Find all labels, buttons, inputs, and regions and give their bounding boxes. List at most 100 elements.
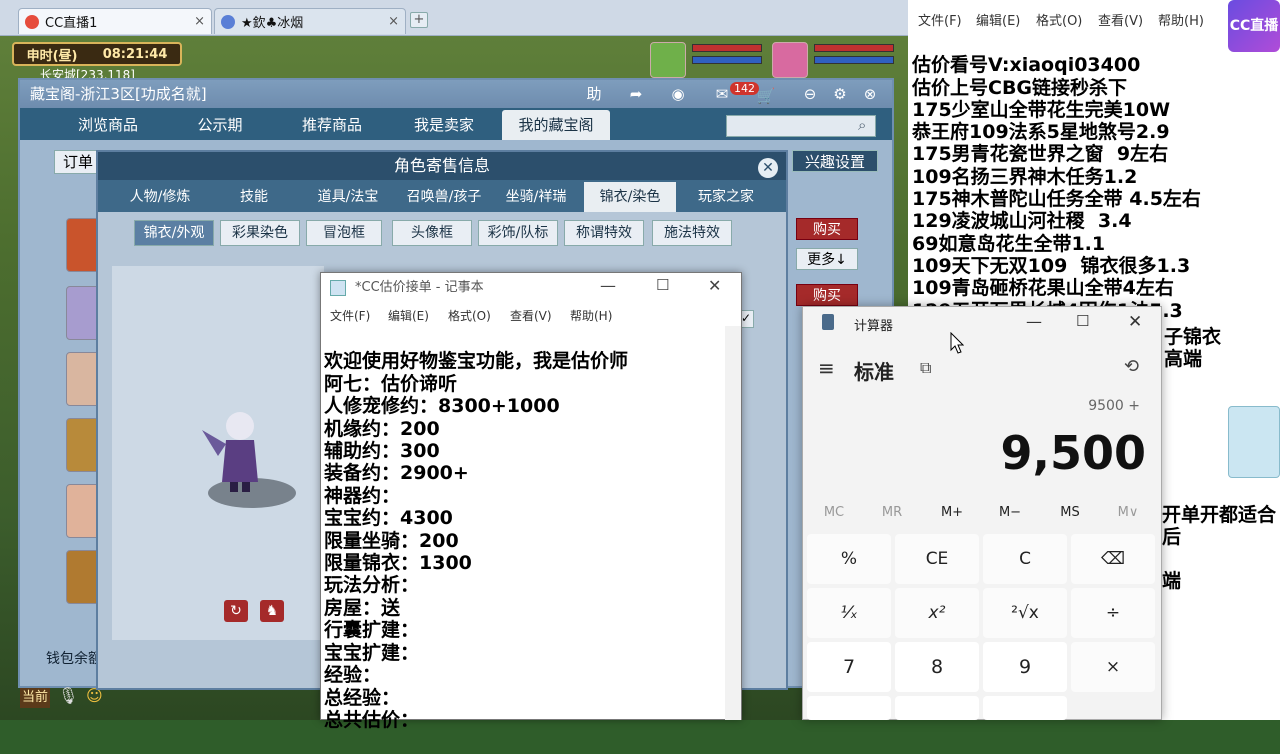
digit-button-partial[interactable] — [895, 696, 979, 720]
close-icon[interactable]: × — [194, 14, 205, 29]
chip-costume-appearance[interactable]: 锦衣/外观 — [134, 220, 214, 246]
cart-icon[interactable]: 🛒 — [752, 84, 780, 108]
menu-edit[interactable]: 编辑(E) — [388, 307, 429, 324]
chat-widget[interactable] — [1228, 406, 1280, 478]
tab-seller[interactable]: 我是卖家 — [394, 110, 494, 140]
close-icon[interactable]: × — [388, 14, 399, 29]
maximize-icon[interactable]: ☐ — [1076, 312, 1089, 330]
hamburger-menu-icon[interactable]: ≡ — [818, 356, 835, 380]
clock-label: 申时(昼) — [26, 48, 78, 64]
digit-button-partial[interactable] — [807, 696, 891, 720]
current-channel-label[interactable]: 当前 — [20, 688, 50, 708]
close-icon[interactable]: ✕ — [758, 158, 778, 178]
role-sale-title: 角色寄售信息 — [98, 152, 786, 180]
memory-subtract-button[interactable]: M− — [980, 505, 1040, 520]
maximize-icon[interactable]: ☐ — [656, 276, 669, 294]
percent-button[interactable]: % — [807, 534, 891, 584]
menu-help[interactable]: 帮助(H) — [570, 307, 612, 324]
memory-add-button[interactable]: M+ — [922, 505, 982, 520]
browser-tab-title: CC直播1 — [45, 16, 98, 31]
menu-file[interactable]: 文件(F) — [918, 10, 962, 29]
clear-entry-button[interactable]: CE — [895, 534, 979, 584]
square-button[interactable]: x² — [895, 588, 979, 638]
notepad-scrollbar[interactable] — [725, 326, 741, 720]
interest-settings-button[interactable]: 兴趣设置 — [792, 150, 878, 172]
tab-costume[interactable]: 锦衣/染色 — [584, 182, 676, 212]
menu-view[interactable]: 查看(V) — [510, 307, 552, 324]
menu-view[interactable]: 查看(V) — [1098, 10, 1143, 29]
pet-mp-bar — [692, 56, 762, 64]
new-tab-button[interactable]: + — [410, 12, 428, 28]
character-avatar[interactable] — [66, 218, 100, 272]
chip-avatar-frame[interactable]: 头像框 — [392, 220, 472, 246]
menu-help[interactable]: 帮助(H) — [1158, 10, 1204, 29]
more-button[interactable]: 更多↓ — [796, 248, 858, 270]
tab-public-notice[interactable]: 公示期 — [170, 110, 270, 140]
menu-edit[interactable]: 编辑(E) — [976, 10, 1020, 29]
menu-file[interactable]: 文件(F) — [330, 307, 370, 324]
pet-hp-bar — [692, 44, 762, 52]
close-icon[interactable]: ✕ — [708, 276, 721, 295]
right-notepad-text-area[interactable]: 估价看号V:xiaoqi03400 估价上号CBG链接秒杀下 175少室山全带花生完… — [912, 32, 1201, 344]
tab-player-home[interactable]: 玩家之家 — [684, 182, 768, 212]
memory-clear-button[interactable]: MC — [804, 505, 864, 520]
tab-browse-goods[interactable]: 浏览商品 — [58, 110, 158, 140]
pet-portrait[interactable] — [650, 42, 686, 78]
rotate-icon[interactable]: ↻ — [224, 600, 248, 622]
character-avatar[interactable] — [66, 352, 100, 406]
chip-dye[interactable]: 彩果染色 — [220, 220, 300, 246]
tab-character[interactable]: 人物/修炼 — [116, 182, 204, 212]
character-avatar[interactable] — [66, 286, 100, 340]
keep-on-top-icon[interactable]: ⧉ — [920, 358, 931, 378]
character-avatar[interactable] — [66, 418, 100, 472]
history-icon[interactable]: ⟲ — [1124, 356, 1139, 377]
tab-mounts[interactable]: 坐骑/祥瑞 — [494, 182, 578, 212]
close-icon[interactable]: ⊗ — [856, 82, 884, 106]
microphone-icon[interactable]: 🎙 — [58, 686, 78, 705]
memory-list-button[interactable]: M∨ — [1098, 505, 1158, 520]
browser-tab-bingyan[interactable]: ★欽♣冰烟 × — [214, 8, 406, 34]
chip-title-effect[interactable]: 称谓特效 — [564, 220, 644, 246]
record-icon[interactable]: ◉ — [664, 82, 692, 106]
tab-my-treasure[interactable]: 我的藏宝阁 — [502, 110, 610, 140]
search-icon[interactable]: ⌕ — [858, 116, 866, 134]
memory-recall-button[interactable]: MR — [862, 505, 922, 520]
buy-button[interactable]: 购买 — [796, 284, 858, 306]
character-avatar[interactable] — [66, 484, 100, 538]
reciprocal-button[interactable]: ¹⁄ₓ — [807, 588, 891, 638]
share-icon[interactable]: ➦ — [622, 82, 650, 106]
notepad-text-area[interactable]: 欢迎使用好物鉴宝功能，我是估价师 阿七：估价谛听 人修宠修约：8300+1000 机缘… — [324, 328, 724, 754]
menu-format[interactable]: 格式(O) — [448, 307, 491, 324]
menu-format[interactable]: 格式(O) — [1036, 10, 1082, 29]
pose-icon[interactable]: ♞ — [260, 600, 284, 622]
square-root-button[interactable]: ²√x — [983, 588, 1067, 638]
text-line: 宝宝扩建： — [324, 641, 420, 664]
digit-7-button[interactable]: 7 — [807, 642, 891, 692]
chip-bubble-frame[interactable]: 冒泡框 — [306, 220, 382, 246]
backspace-button[interactable]: ⌫ — [1071, 534, 1155, 584]
digit-9-button[interactable]: 9 — [983, 642, 1067, 692]
digit-button-partial[interactable] — [983, 696, 1067, 720]
player-portrait[interactable] — [772, 42, 808, 78]
tab-summons[interactable]: 召唤兽/孩子 — [396, 182, 492, 212]
search-input[interactable] — [726, 115, 876, 137]
tab-items[interactable]: 道具/法宝 — [306, 182, 390, 212]
close-icon[interactable]: ✕ — [1128, 312, 1142, 332]
browser-tab-cc[interactable]: CC直播1 × — [18, 8, 212, 34]
character-avatar[interactable] — [66, 550, 100, 604]
clear-button[interactable]: C — [983, 534, 1067, 584]
buy-button[interactable]: 购买 — [796, 218, 858, 240]
digit-8-button[interactable]: 8 — [895, 642, 979, 692]
divide-button[interactable]: ÷ — [1071, 588, 1155, 638]
help-button[interactable]: 助 — [580, 82, 608, 106]
minimize-icon[interactable]: — — [1026, 312, 1042, 331]
multiply-button[interactable]: × — [1071, 642, 1155, 692]
minimize-icon[interactable]: — — [600, 276, 616, 295]
settings-icon[interactable]: ⚙ — [826, 82, 854, 106]
minimize-icon[interactable]: ⊖ — [796, 82, 824, 106]
tab-recommended[interactable]: 推荐商品 — [282, 110, 382, 140]
chip-cast-effect[interactable]: 施法特效 — [652, 220, 732, 246]
memory-store-button[interactable]: MS — [1040, 505, 1100, 520]
tab-skills[interactable]: 技能 — [224, 182, 284, 212]
chip-team-badge[interactable]: 彩饰/队标 — [478, 220, 558, 246]
